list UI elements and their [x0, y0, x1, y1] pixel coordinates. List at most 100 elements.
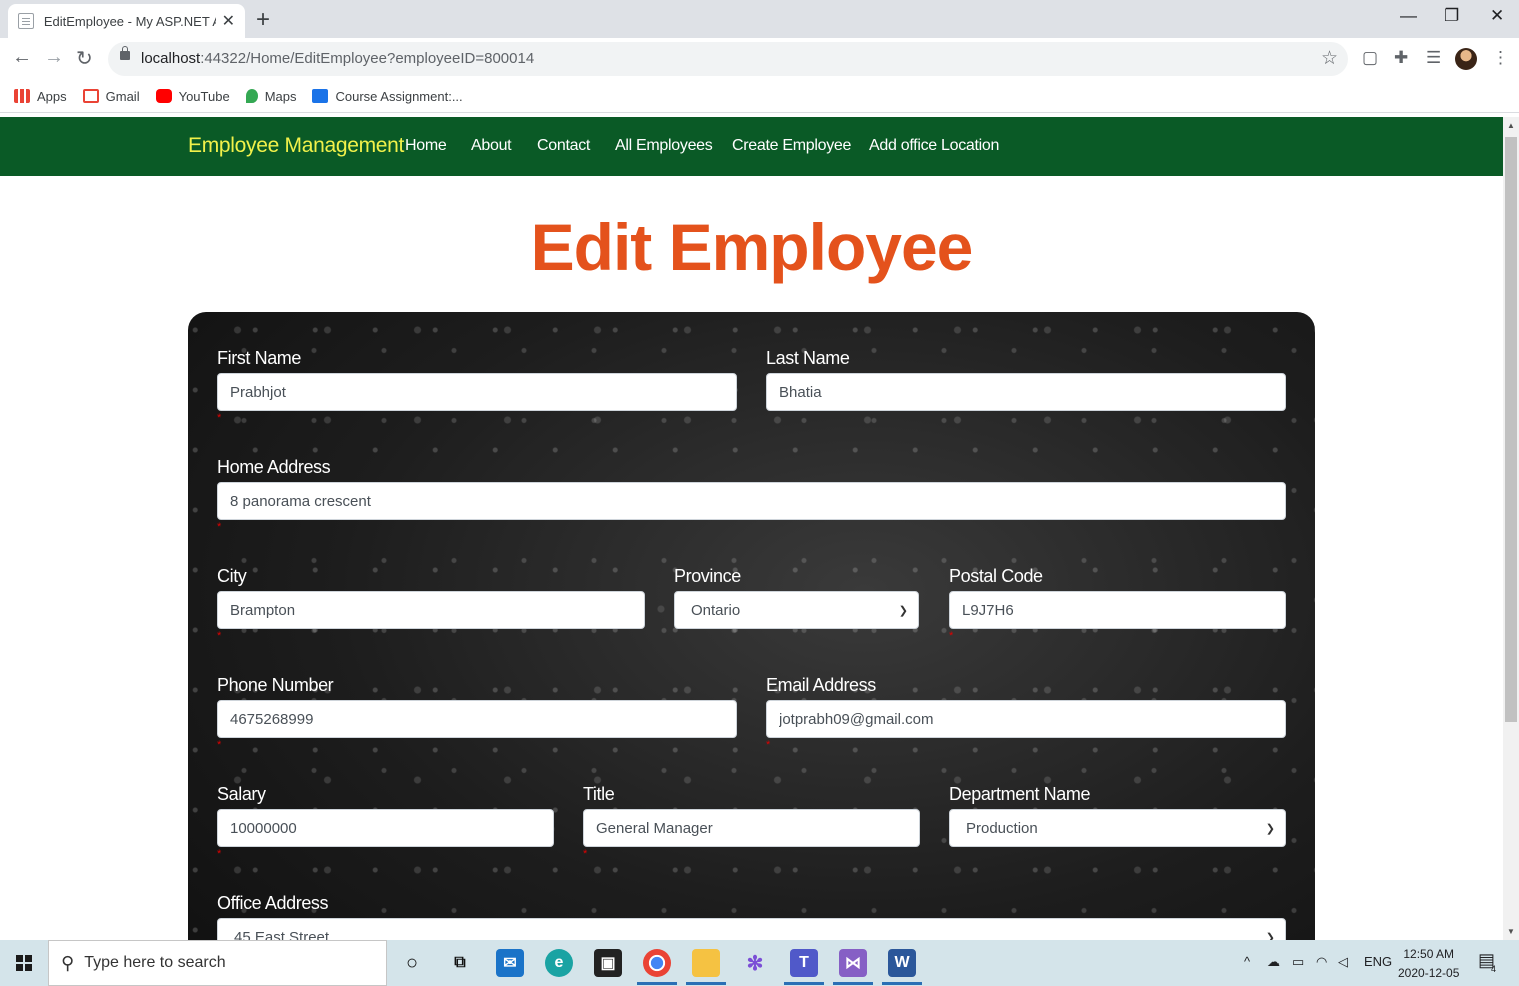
visual-studio-icon[interactable]: ⋈: [839, 949, 867, 977]
word-active-indicator: [882, 982, 922, 985]
city-group: City *: [217, 566, 645, 642]
bookmark-course-assignment[interactable]: Course Assignment:...: [312, 89, 463, 104]
bookmark-maps[interactable]: Maps: [245, 89, 296, 104]
teams-active-indicator: [784, 982, 824, 985]
scrollbar-thumb[interactable]: [1505, 137, 1517, 722]
windows-taskbar: ⚲ Type here to search ○ ⧉ ✉ e ▣ ✻ T ⋈ W …: [0, 940, 1519, 986]
nav-add-office-location-link[interactable]: Add office Location: [869, 137, 999, 155]
explorer-active-indicator: [686, 982, 726, 985]
province-label: Province: [674, 566, 741, 586]
browser-toolbar: ← → ↻ localhost:44322/Home/EditEmployee?…: [0, 38, 1519, 80]
salary-input[interactable]: [217, 809, 554, 847]
nav-contact-link[interactable]: Contact: [537, 137, 590, 155]
scroll-down-icon[interactable]: ▼: [1507, 927, 1515, 936]
last-name-label: Last Name: [766, 348, 850, 368]
tab-title: EditEmployee - My ASP.NET App: [43, 13, 216, 29]
taskbar-search[interactable]: ⚲ Type here to search: [48, 940, 387, 986]
back-icon[interactable]: ←: [12, 46, 32, 69]
battery-icon[interactable]: ▭: [1292, 954, 1304, 970]
file-explorer-icon[interactable]: [692, 949, 720, 977]
title-input[interactable]: [583, 809, 920, 847]
first-name-group: First Name *: [217, 348, 737, 424]
home-address-input[interactable]: [217, 482, 1286, 520]
department-selected-value: Production: [966, 819, 1038, 837]
maps-pin-icon: [245, 89, 258, 103]
site-brand-link[interactable]: Employee Management: [188, 134, 404, 158]
last-name-input[interactable]: [766, 373, 1286, 411]
first-name-input[interactable]: [217, 373, 737, 411]
salary-group: Salary *: [217, 784, 554, 860]
bookmark-youtube[interactable]: YouTube: [155, 89, 230, 104]
notification-count: 4: [1491, 964, 1497, 974]
postal-code-input[interactable]: [949, 591, 1286, 629]
extension-pocket-icon[interactable]: ▢: [1362, 48, 1378, 68]
bookmarks-bar: Apps Gmail YouTube Maps Course Assignmen…: [0, 80, 1519, 113]
tab-close-icon[interactable]: ✕: [222, 11, 235, 31]
title-required-mark: *: [583, 848, 588, 860]
postal-code-label: Postal Code: [949, 566, 1043, 586]
reading-list-icon[interactable]: ☰: [1426, 48, 1441, 68]
nav-about-link[interactable]: About: [471, 137, 512, 155]
nav-home-link[interactable]: Home: [405, 137, 447, 155]
postal-code-required-mark: *: [949, 630, 954, 642]
email-required-mark: *: [766, 739, 771, 751]
menu-kebab-icon[interactable]: ⋮: [1492, 48, 1509, 68]
city-input[interactable]: [217, 591, 645, 629]
chevron-down-icon: ❯: [1265, 822, 1275, 835]
forward-icon[interactable]: →: [44, 46, 64, 69]
salary-label: Salary: [217, 784, 266, 804]
restore-icon[interactable]: ❐: [1444, 6, 1459, 26]
tray-chevron-icon[interactable]: ^: [1244, 954, 1250, 969]
salary-required-mark: *: [217, 848, 222, 860]
volume-icon[interactable]: ◁: [1338, 954, 1348, 970]
nav-all-employees-link[interactable]: All Employees: [615, 137, 713, 155]
last-name-group: Last Name: [766, 348, 1286, 411]
new-tab-icon[interactable]: +: [256, 6, 270, 34]
youtube-icon: [155, 89, 172, 103]
phone-label: Phone Number: [217, 675, 334, 695]
bookmark-gmail[interactable]: Gmail: [82, 89, 140, 104]
phone-input[interactable]: [217, 700, 737, 738]
chrome-active-indicator: [637, 982, 677, 985]
province-selected-value: Ontario: [691, 601, 741, 619]
reload-icon[interactable]: ↻: [76, 46, 93, 71]
province-select[interactable]: Ontario ❯: [674, 591, 919, 629]
bookmark-apps[interactable]: Apps: [14, 89, 67, 104]
chrome-icon[interactable]: [643, 949, 671, 977]
close-window-icon[interactable]: ✕: [1490, 6, 1504, 26]
wifi-icon[interactable]: ◠: [1316, 954, 1327, 970]
windows-start-icon[interactable]: [16, 955, 32, 971]
teams-icon[interactable]: T: [790, 949, 818, 977]
office-address-label: Office Address: [217, 893, 329, 913]
onedrive-icon[interactable]: ☁: [1267, 954, 1280, 970]
clock[interactable]: 12:50 AM 2020-12-05: [1398, 945, 1459, 983]
word-icon[interactable]: W: [888, 949, 916, 977]
address-bar[interactable]: localhost:44322/Home/EditEmployee?employ…: [108, 42, 1348, 76]
page-scrollbar[interactable]: ▲ ▼: [1503, 117, 1519, 940]
task-view-icon[interactable]: ⧉: [446, 949, 474, 977]
vs-active-indicator: [833, 982, 873, 985]
extensions-puzzle-icon[interactable]: ✚: [1394, 48, 1408, 68]
minimize-icon[interactable]: —: [1400, 6, 1417, 26]
department-select[interactable]: Production ❯: [949, 809, 1286, 847]
email-input[interactable]: [766, 700, 1286, 738]
city-label: City: [217, 566, 247, 586]
bookmark-star-icon[interactable]: ☆: [1321, 47, 1338, 70]
nav-create-employee-link[interactable]: Create Employee: [732, 137, 851, 155]
cortana-icon[interactable]: ○: [398, 949, 426, 977]
home-address-group: Home Address *: [217, 457, 1286, 533]
edge-icon[interactable]: e: [545, 949, 573, 977]
office-address-select[interactable]: 45 East Street ❯: [217, 918, 1286, 940]
title-label: Title: [583, 784, 615, 804]
store-icon[interactable]: ▣: [594, 949, 622, 977]
phone-group: Phone Number *: [217, 675, 737, 751]
profile-avatar[interactable]: [1455, 48, 1477, 70]
site-navbar: Employee Management Home About Contact A…: [0, 117, 1503, 176]
browser-tab[interactable]: EditEmployee - My ASP.NET App ✕: [8, 4, 245, 38]
clock-date: 2020-12-05: [1398, 966, 1460, 980]
app-snowflake-icon[interactable]: ✻: [741, 949, 769, 977]
office-address-group: Office Address 45 East Street ❯: [217, 893, 1286, 940]
language-indicator[interactable]: ENG: [1364, 954, 1392, 969]
scroll-up-icon[interactable]: ▲: [1507, 121, 1515, 130]
mail-icon[interactable]: ✉: [496, 949, 524, 977]
